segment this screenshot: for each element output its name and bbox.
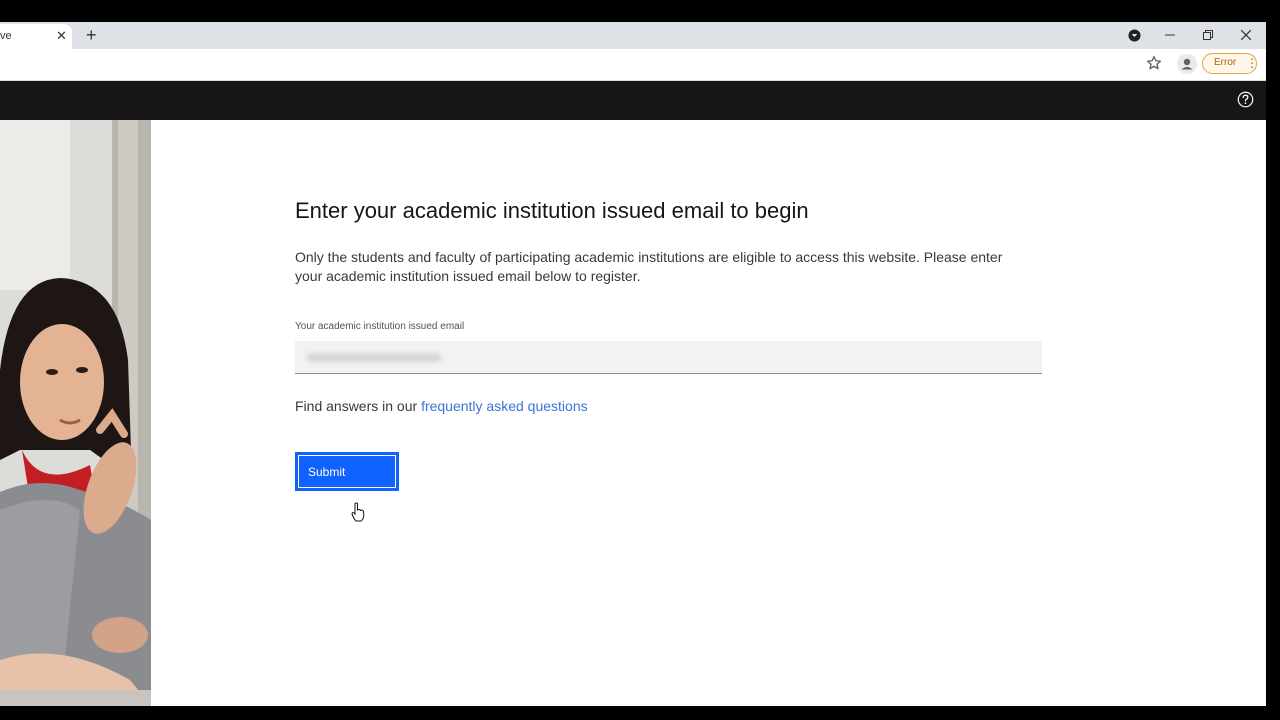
close-window-button[interactable] [1236, 25, 1256, 45]
minimize-button[interactable] [1160, 25, 1180, 45]
close-icon [1241, 30, 1251, 40]
minimize-icon [1165, 34, 1175, 36]
restore-icon [1203, 30, 1213, 40]
hand-cursor-icon [351, 502, 365, 522]
tab-strip: ve ✕ + [0, 22, 1266, 49]
menu-dots-icon[interactable]: ⋮ [1246, 55, 1258, 71]
profile-error-chip[interactable]: Error ⋮ [1202, 53, 1258, 74]
faq-prefix: Find answers in our [295, 398, 422, 414]
submit-button[interactable]: Submit [295, 452, 399, 491]
faq-link[interactable]: frequently asked questions [421, 398, 588, 414]
email-field[interactable] [295, 341, 1042, 374]
email-field-label: Your academic institution issued email [295, 321, 465, 332]
browser-toolbar: Error ⋮ [0, 49, 1266, 81]
bookmark-star-icon[interactable] [1145, 54, 1163, 72]
student-photo-illustration [0, 120, 151, 706]
student-photo [0, 120, 151, 706]
redacted-email-value [307, 353, 441, 362]
person-icon [1181, 58, 1193, 70]
new-tab-button[interactable]: + [86, 24, 97, 46]
eligibility-description: Only the students and faculty of partici… [295, 249, 1003, 284]
page-heading: Enter your academic institution issued e… [295, 198, 809, 223]
browser-tab[interactable]: ve ✕ [0, 24, 72, 49]
tab-title: ve [0, 30, 12, 42]
error-label: Error [1214, 57, 1237, 68]
faq-line: Find answers in our frequently asked que… [295, 398, 588, 414]
restore-button[interactable] [1198, 25, 1218, 45]
close-tab-icon[interactable]: ✕ [56, 28, 67, 44]
browser-window: ve ✕ + Error ⋮ Enter your academic insti… [0, 22, 1266, 706]
help-icon[interactable] [1237, 91, 1254, 108]
tab-search-button[interactable] [1124, 25, 1144, 45]
profile-avatar[interactable] [1177, 54, 1197, 74]
tab-search-icon [1127, 28, 1141, 42]
site-header [0, 81, 1266, 120]
